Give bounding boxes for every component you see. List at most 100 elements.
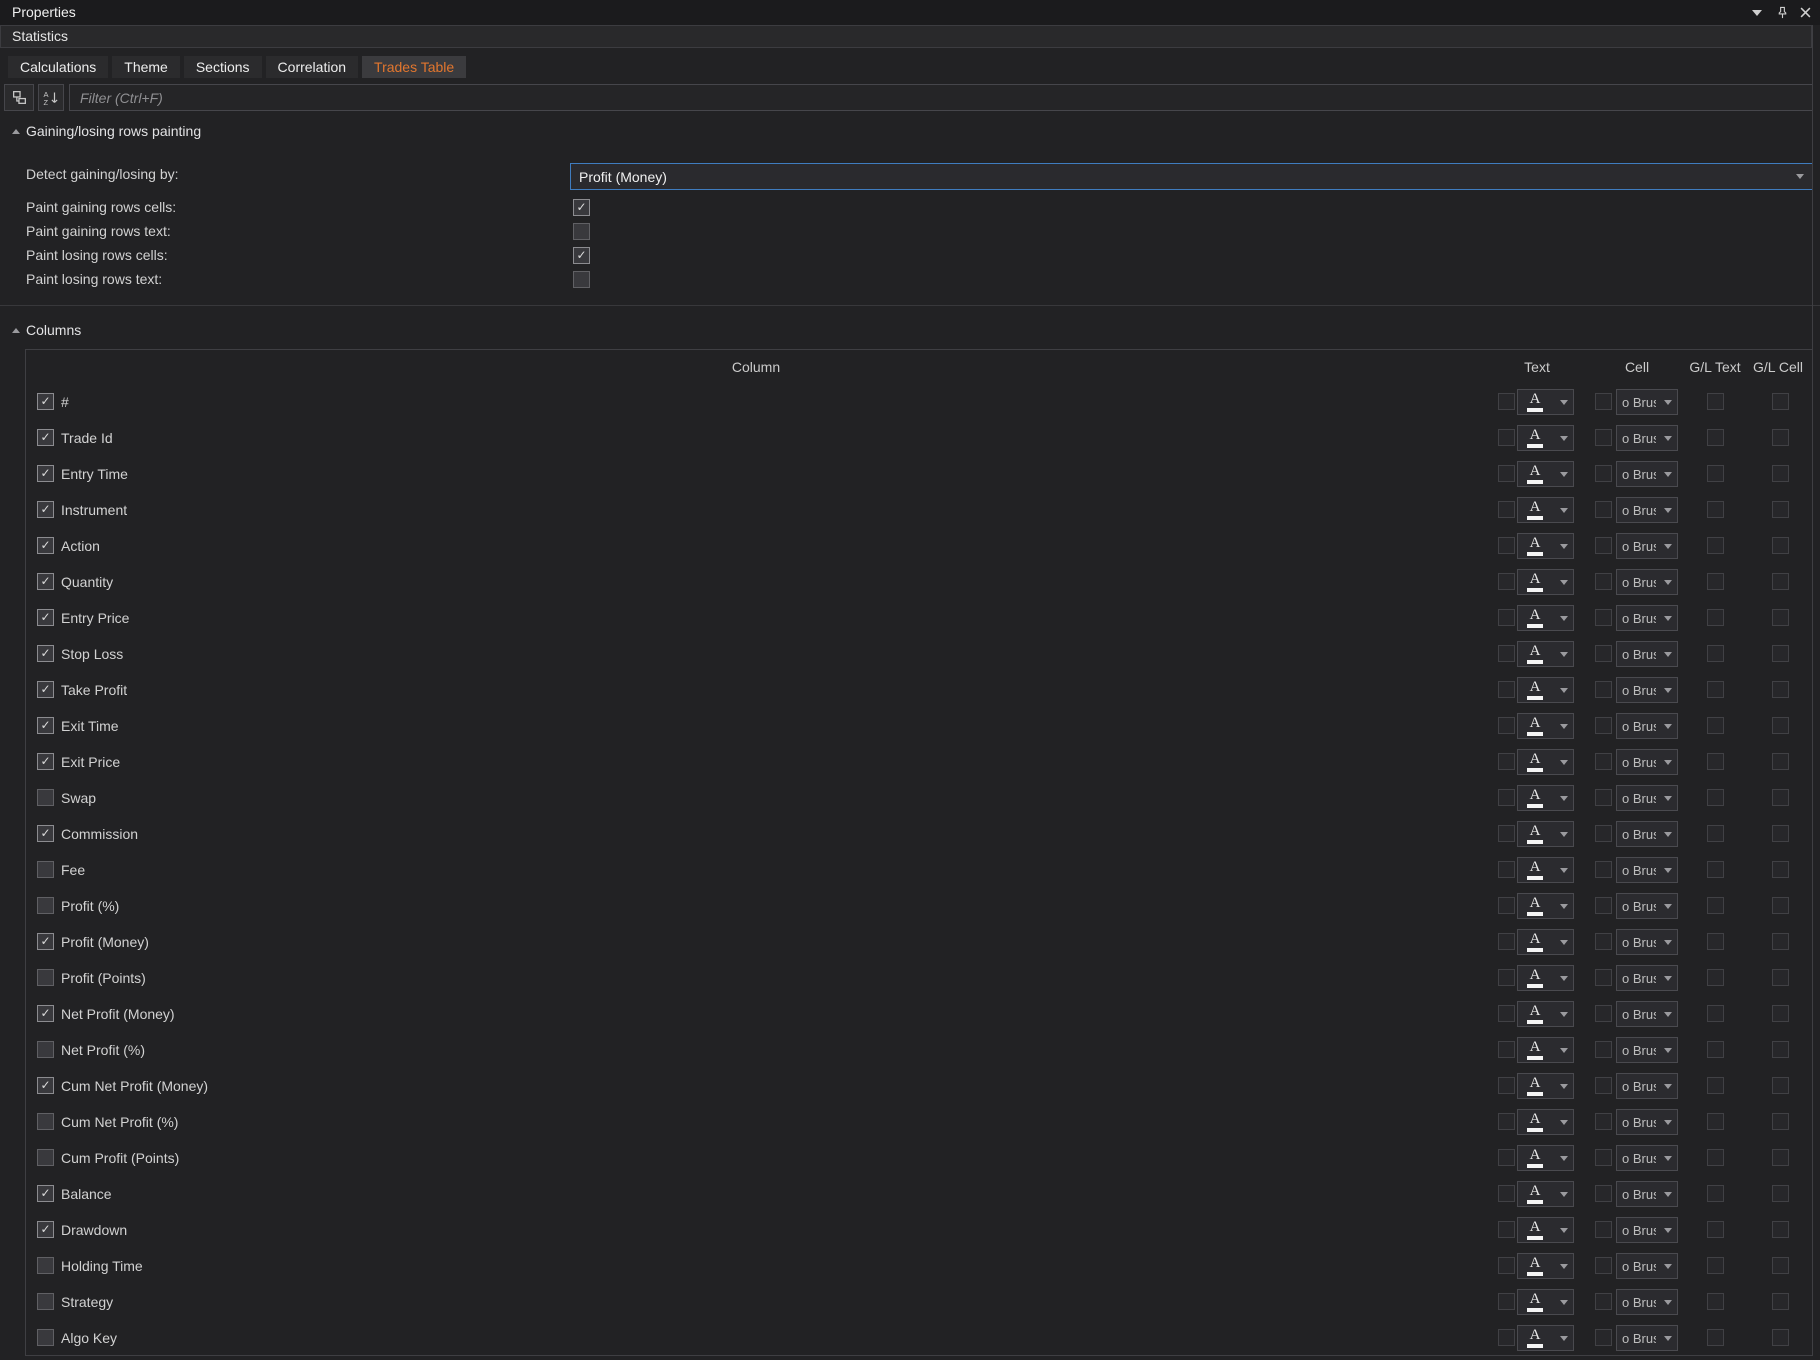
gl-cell-checkbox[interactable] <box>1772 933 1789 950</box>
cell-brush-enable-checkbox[interactable] <box>1595 1113 1612 1130</box>
gl-cell-checkbox[interactable] <box>1772 861 1789 878</box>
gl-cell-checkbox[interactable] <box>1772 1149 1789 1166</box>
text-color-enable-checkbox[interactable] <box>1498 1149 1515 1166</box>
text-color-enable-checkbox[interactable] <box>1498 1005 1515 1022</box>
cell-brush-dropdown[interactable]: o Brus <box>1616 965 1678 991</box>
cell-brush-enable-checkbox[interactable] <box>1595 1257 1612 1274</box>
text-color-enable-checkbox[interactable] <box>1498 429 1515 446</box>
tab-sections[interactable]: Sections <box>184 56 262 78</box>
cell-brush-dropdown[interactable]: o Brus <box>1616 1289 1678 1315</box>
text-font-color-dropdown[interactable]: A <box>1517 1037 1574 1063</box>
paint-gaining-text-checkbox[interactable] <box>573 223 590 240</box>
column-visible-checkbox[interactable] <box>37 789 54 806</box>
statistics-object-bar[interactable]: Statistics <box>0 25 1812 48</box>
cell-brush-enable-checkbox[interactable] <box>1595 465 1612 482</box>
column-visible-checkbox[interactable]: ✓ <box>37 429 54 446</box>
cell-brush-enable-checkbox[interactable] <box>1595 969 1612 986</box>
cell-brush-dropdown[interactable]: o Brus <box>1616 497 1678 523</box>
cell-brush-enable-checkbox[interactable] <box>1595 537 1612 554</box>
cell-brush-enable-checkbox[interactable] <box>1595 825 1612 842</box>
text-font-color-dropdown[interactable]: A <box>1517 821 1574 847</box>
column-visible-checkbox[interactable] <box>37 861 54 878</box>
gl-cell-checkbox[interactable] <box>1772 465 1789 482</box>
cell-brush-enable-checkbox[interactable] <box>1595 861 1612 878</box>
gl-text-checkbox[interactable] <box>1707 393 1724 410</box>
cell-brush-dropdown[interactable]: o Brus <box>1616 533 1678 559</box>
column-visible-checkbox[interactable] <box>37 1293 54 1310</box>
cell-brush-enable-checkbox[interactable] <box>1595 501 1612 518</box>
gl-cell-checkbox[interactable] <box>1772 717 1789 734</box>
gl-text-checkbox[interactable] <box>1707 933 1724 950</box>
column-visible-checkbox[interactable]: ✓ <box>37 465 54 482</box>
text-font-color-dropdown[interactable]: A <box>1517 1109 1574 1135</box>
text-font-color-dropdown[interactable]: A <box>1517 425 1574 451</box>
text-font-color-dropdown[interactable]: A <box>1517 1325 1574 1351</box>
column-visible-checkbox[interactable]: ✓ <box>37 393 54 410</box>
text-color-enable-checkbox[interactable] <box>1498 465 1515 482</box>
gl-text-checkbox[interactable] <box>1707 537 1724 554</box>
text-font-color-dropdown[interactable]: A <box>1517 605 1574 631</box>
cell-brush-enable-checkbox[interactable] <box>1595 393 1612 410</box>
cell-brush-dropdown[interactable]: o Brus <box>1616 1109 1678 1135</box>
gl-cell-checkbox[interactable] <box>1772 393 1789 410</box>
text-color-enable-checkbox[interactable] <box>1498 1221 1515 1238</box>
sort-alphabetical-button[interactable]: A Z <box>38 84 64 111</box>
text-font-color-dropdown[interactable]: A <box>1517 965 1574 991</box>
text-color-enable-checkbox[interactable] <box>1498 1041 1515 1058</box>
gl-text-checkbox[interactable] <box>1707 1005 1724 1022</box>
gl-text-checkbox[interactable] <box>1707 897 1724 914</box>
text-color-enable-checkbox[interactable] <box>1498 1293 1515 1310</box>
column-visible-checkbox[interactable] <box>37 1329 54 1346</box>
gl-cell-checkbox[interactable] <box>1772 645 1789 662</box>
text-font-color-dropdown[interactable]: A <box>1517 461 1574 487</box>
gl-cell-checkbox[interactable] <box>1772 789 1789 806</box>
cell-brush-enable-checkbox[interactable] <box>1595 1329 1612 1346</box>
cell-brush-enable-checkbox[interactable] <box>1595 681 1612 698</box>
cell-brush-dropdown[interactable]: o Brus <box>1616 1253 1678 1279</box>
paint-gaining-cells-checkbox[interactable]: ✓ <box>573 199 590 216</box>
cell-brush-dropdown[interactable]: o Brus <box>1616 1037 1678 1063</box>
gl-text-checkbox[interactable] <box>1707 825 1724 842</box>
cell-brush-enable-checkbox[interactable] <box>1595 789 1612 806</box>
column-visible-checkbox[interactable] <box>37 1041 54 1058</box>
text-font-color-dropdown[interactable]: A <box>1517 713 1574 739</box>
gl-text-checkbox[interactable] <box>1707 645 1724 662</box>
cell-brush-enable-checkbox[interactable] <box>1595 609 1612 626</box>
gl-cell-checkbox[interactable] <box>1772 969 1789 986</box>
tab-calculations[interactable]: Calculations <box>8 56 108 78</box>
text-font-color-dropdown[interactable]: A <box>1517 1253 1574 1279</box>
text-font-color-dropdown[interactable]: A <box>1517 389 1574 415</box>
cell-brush-dropdown[interactable]: o Brus <box>1616 461 1678 487</box>
cell-brush-dropdown[interactable]: o Brus <box>1616 1001 1678 1027</box>
gl-cell-checkbox[interactable] <box>1772 1329 1789 1346</box>
column-visible-checkbox[interactable]: ✓ <box>37 537 54 554</box>
gl-cell-checkbox[interactable] <box>1772 1293 1789 1310</box>
cell-brush-dropdown[interactable]: o Brus <box>1616 677 1678 703</box>
section-gaining-losing-painting[interactable]: Gaining/losing rows painting <box>0 121 500 141</box>
gl-text-checkbox[interactable] <box>1707 1329 1724 1346</box>
text-font-color-dropdown[interactable]: A <box>1517 677 1574 703</box>
gl-cell-checkbox[interactable] <box>1772 1257 1789 1274</box>
gl-text-checkbox[interactable] <box>1707 681 1724 698</box>
paint-losing-text-checkbox[interactable] <box>573 271 590 288</box>
gl-cell-checkbox[interactable] <box>1772 1041 1789 1058</box>
cell-brush-enable-checkbox[interactable] <box>1595 717 1612 734</box>
gl-text-checkbox[interactable] <box>1707 1113 1724 1130</box>
text-color-enable-checkbox[interactable] <box>1498 861 1515 878</box>
paint-losing-cells-checkbox[interactable]: ✓ <box>573 247 590 264</box>
column-visible-checkbox[interactable]: ✓ <box>37 1077 54 1094</box>
gl-text-checkbox[interactable] <box>1707 969 1724 986</box>
cell-brush-enable-checkbox[interactable] <box>1595 1005 1612 1022</box>
cell-brush-dropdown[interactable]: o Brus <box>1616 1073 1678 1099</box>
text-color-enable-checkbox[interactable] <box>1498 717 1515 734</box>
tab-trades-table[interactable]: Trades Table <box>362 56 466 78</box>
gl-cell-checkbox[interactable] <box>1772 1113 1789 1130</box>
cell-brush-dropdown[interactable]: o Brus <box>1616 821 1678 847</box>
text-color-enable-checkbox[interactable] <box>1498 573 1515 590</box>
gl-text-checkbox[interactable] <box>1707 861 1724 878</box>
column-visible-checkbox[interactable] <box>37 1257 54 1274</box>
text-color-enable-checkbox[interactable] <box>1498 753 1515 770</box>
cell-brush-enable-checkbox[interactable] <box>1595 1149 1612 1166</box>
gl-cell-checkbox[interactable] <box>1772 501 1789 518</box>
column-visible-checkbox[interactable]: ✓ <box>37 1005 54 1022</box>
